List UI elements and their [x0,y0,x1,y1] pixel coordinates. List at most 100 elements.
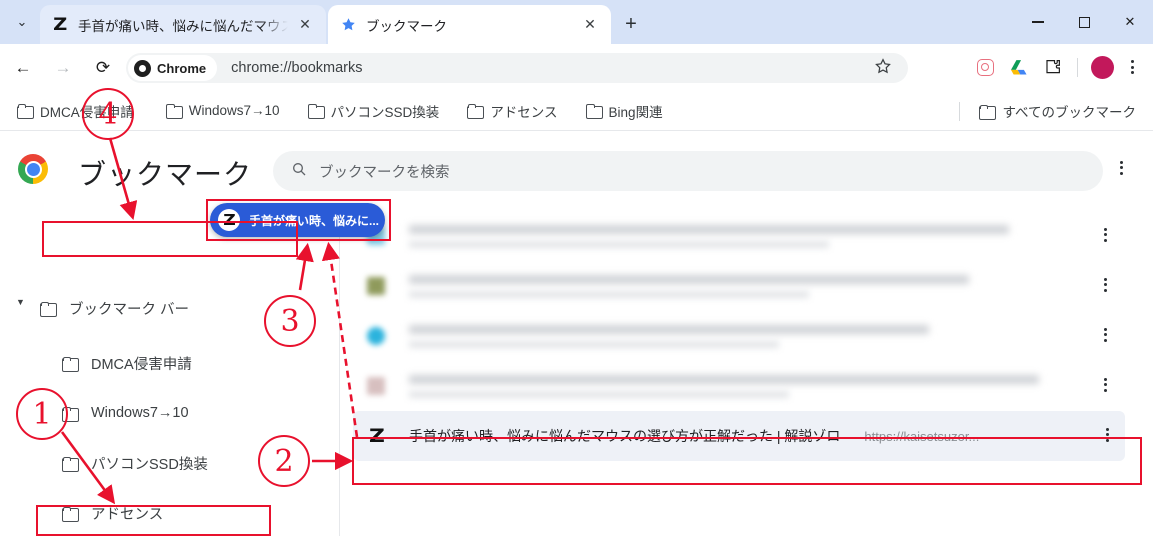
tab-title: 手首が痛い時、悩みに悩んだマウス [78,18,290,34]
drag-chip-label: 手首が痛い時、悩みに... [249,213,380,228]
tab-strip: ⌄ Z 手首が痛い時、悩みに悩んだマウス ✕ ブックマーク ✕ + ✕ [0,0,1153,44]
bookmark-label: Windows7→10 [188,103,280,118]
toolbar-divider [1077,57,1078,77]
sidebar-item-label: パソコンSSD換装 [91,456,208,473]
bookmark-title: 手首が痛い時、悩みに悩んだマウスの選び方が正解だった | 解説ゾロ [409,428,841,444]
bookmark-star-icon[interactable] [874,57,892,80]
close-icon[interactable]: ✕ [579,14,601,36]
list-item-selected[interactable]: Z 手首が痛い時、悩みに悩んだマウスの選び方が正解だった | 解説ゾロ http… [353,411,1125,461]
bookmarks-bar-item-dmca[interactable]: DMCA侵害申請 [10,96,141,126]
toolbar-extensions [968,51,1145,83]
close-window-button[interactable]: ✕ [1107,0,1153,44]
bookmark-label: パソコンSSD換装 [330,104,440,120]
bookmark-url: https://kaisetsuzor... [864,428,980,444]
sidebar-item-windows[interactable]: Windows7→10 [62,395,324,431]
bookmark-manager: ブックマーク ブックマークを検索 ▼ ブックマーク バー DMCA侵害申請 Wi… [0,131,1153,536]
list-item[interactable] [353,211,1123,261]
list-item[interactable] [353,311,1123,361]
bookmarks-bar-item-windows[interactable]: Windows7→10 [159,98,287,123]
sidebar-item-ssd[interactable]: パソコンSSD換装 [62,445,324,481]
browser-menu-kebab-icon[interactable] [1119,60,1145,74]
maximize-button[interactable] [1061,0,1107,44]
blurred-title [409,324,929,334]
favicon [367,377,385,395]
all-bookmarks-button[interactable]: すべてのブックマーク [972,96,1143,126]
row-menu-kebab-icon[interactable] [1104,328,1107,342]
folder-icon [62,406,79,422]
folder-icon [307,104,325,119]
drag-chip[interactable]: Z 手首が痛い時、悩みに... [210,203,385,237]
folder-icon [62,506,79,522]
sidebar-item-label: Windows7→10 [91,405,189,421]
tab-title: ブックマーク [366,18,447,34]
window-controls: ✕ [1015,0,1153,44]
list-item[interactable] [353,361,1123,411]
instagram-icon[interactable] [968,51,1002,83]
google-drive-icon[interactable] [1002,51,1036,83]
puzzle-icon[interactable] [1036,51,1070,83]
browser-toolbar: ← → ⟳ Chrome chrome://bookmarks [0,44,1153,91]
url-text: chrome://bookmarks [231,60,363,76]
bookmark-sidebar: ▼ ブックマーク バー DMCA侵害申請 Windows7→10 パソコンSSD… [0,205,340,536]
blurred-url [409,340,779,348]
bookmark-list: Z 手首が痛い時、悩みに悩んだマウスの選び方が正解だった | 解説ゾロ http… [341,205,1153,536]
star-icon [338,15,358,35]
sidebar-item-adsense[interactable]: アドセンス [62,495,324,531]
bookmark-manager-menu-kebab-icon[interactable] [1120,161,1123,175]
sidebar-item-label: DMCA侵害申請 [91,356,192,373]
new-tab-button[interactable]: + [616,9,646,39]
all-bookmarks-section: すべてのブックマーク [952,91,1143,131]
folder-icon [585,104,603,119]
bookmark-manager-header: ブックマーク ブックマークを検索 [0,131,1153,205]
sidebar-item-bookmarks-bar[interactable]: ブックマーク バー [40,290,324,326]
chrome-logo-icon [18,154,48,184]
blurred-title [409,224,1009,234]
search-placeholder: ブックマークを検索 [319,164,450,181]
back-icon[interactable]: ← [6,51,40,85]
blurred-url [409,390,789,398]
minimize-button[interactable] [1015,0,1061,44]
search-input[interactable]: ブックマークを検索 [273,151,1103,191]
chrome-chip[interactable]: Chrome [128,55,218,81]
folder-icon [467,104,485,119]
list-item[interactable] [353,261,1123,311]
tab-active-bookmarks[interactable]: ブックマーク ✕ [328,5,611,44]
favicon [367,277,385,295]
bookmark-label: Bing関連 [608,104,663,120]
bookmarks-bar-item-bing[interactable]: Bing関連 [579,96,670,126]
blurred-title [409,274,969,284]
bookmarks-bar-divider [959,101,961,121]
z-favicon: Z [53,14,67,35]
chevron-down-icon[interactable]: ▼ [16,297,25,307]
tab-inactive[interactable]: Z 手首が痛い時、悩みに悩んだマウス ✕ [40,5,326,44]
row-menu-kebab-icon[interactable] [1104,228,1107,242]
row-menu-kebab-icon[interactable] [1104,278,1107,292]
folder-icon [979,104,997,120]
page-title: ブックマーク [78,159,253,190]
forward-icon[interactable]: → [46,51,80,85]
folder-icon [62,356,79,372]
bookmarks-bar: DMCA侵害申請 Windows7→10 パソコンSSD換装 アドセンス Bin… [0,91,1153,131]
blurred-url [409,240,829,248]
all-bookmarks-label: すべてのブックマーク [1002,105,1136,120]
folder-icon [165,104,183,119]
bookmarks-bar-item-adsense[interactable]: アドセンス [460,96,564,126]
search-icon [291,161,307,182]
address-bar[interactable]: Chrome chrome://bookmarks [126,53,908,83]
sidebar-item-dmca[interactable]: DMCA侵害申請 [62,345,324,381]
folder-icon [62,456,79,472]
folder-icon [40,301,57,317]
z-favicon: Z [218,209,240,231]
reload-icon[interactable]: ⟳ [86,51,120,85]
row-menu-kebab-icon[interactable] [1106,428,1109,442]
z-favicon: Z [368,425,385,447]
bookmarks-bar-item-ssd[interactable]: パソコンSSD換装 [301,96,447,126]
row-menu-kebab-icon[interactable] [1104,378,1107,392]
avatar[interactable] [1085,51,1119,83]
sidebar-item-label: アドセンス [91,506,164,523]
browser-window: ⌄ Z 手首が痛い時、悩みに悩んだマウス ✕ ブックマーク ✕ + ✕ ← → … [0,0,1153,536]
tab-search-chevron-down-icon[interactable]: ⌄ [8,8,36,36]
close-icon[interactable]: ✕ [294,14,316,36]
blurred-url [409,290,809,298]
sidebar-item-label: ブックマーク バー [69,301,190,318]
